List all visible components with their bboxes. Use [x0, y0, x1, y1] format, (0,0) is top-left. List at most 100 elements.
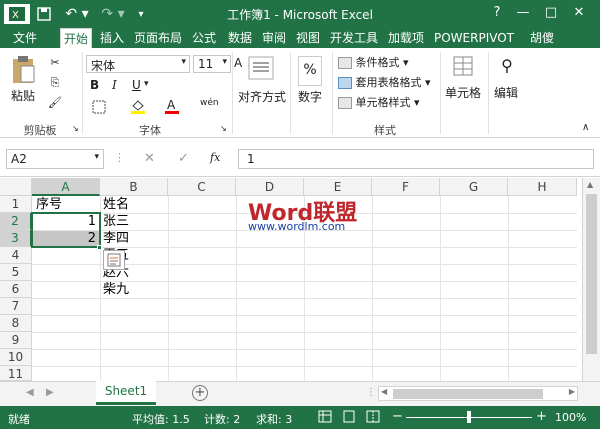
collapse-ribbon-icon[interactable]: ∧ [582, 122, 589, 133]
row-header-5[interactable]: 5 [0, 264, 32, 281]
grow-font-button[interactable]: A [234, 56, 242, 70]
cell-b3[interactable]: 李四 [103, 230, 129, 247]
zoom-out-icon[interactable]: − [392, 409, 403, 424]
tab-split-icon[interactable]: ⋮ [366, 387, 376, 398]
page-layout-view-icon[interactable] [342, 410, 356, 426]
fill-handle[interactable] [97, 245, 102, 250]
row-header-9[interactable]: 9 [0, 332, 32, 349]
cell-b1[interactable]: 姓名 [103, 196, 129, 213]
maximize-button[interactable]: □ [540, 3, 562, 23]
user-name[interactable]: 胡傻 [520, 28, 564, 48]
alignment-button[interactable]: 对齐方式 [236, 88, 288, 105]
worksheet-grid[interactable]: A B C D E F G H 1 2 3 4 5 6 7 8 9 10 11 … [0, 178, 600, 381]
tab-insert[interactable]: 插入 [96, 28, 128, 48]
horizontal-scrollbar[interactable]: ◀ ▶ [378, 386, 578, 401]
column-header-f[interactable]: F [372, 178, 440, 196]
italic-button[interactable]: I [112, 78, 117, 92]
status-sum: 求和: 3 [256, 413, 293, 426]
scroll-right-icon[interactable]: ▶ [569, 387, 575, 396]
tab-page-layout[interactable]: 页面布局 [132, 28, 184, 48]
alignment-icon[interactable] [246, 56, 276, 86]
borders-icon[interactable] [90, 100, 108, 116]
tab-formulas[interactable]: 公式 [188, 28, 220, 48]
name-box[interactable]: A2 ▾ [6, 149, 104, 169]
bold-button[interactable]: B [90, 78, 99, 92]
row-header-11[interactable]: 11 [0, 366, 32, 381]
insert-function-button[interactable]: fx [210, 151, 220, 164]
next-sheet-icon[interactable]: ▶ [46, 387, 54, 398]
tab-view[interactable]: 视图 [292, 28, 324, 48]
cells-icon[interactable] [452, 56, 474, 82]
row-header-1[interactable]: 1 [0, 196, 32, 213]
cell-b6[interactable]: 柴九 [103, 281, 129, 298]
row-header-8[interactable]: 8 [0, 315, 32, 332]
minimize-button[interactable]: — [512, 3, 534, 23]
number-format-icon[interactable]: % [298, 56, 322, 86]
row-header-4[interactable]: 4 [0, 247, 32, 264]
close-button[interactable]: ✕ [568, 3, 590, 23]
cell-a1[interactable]: 序号 [36, 196, 62, 213]
clipboard-launcher-icon[interactable]: ↘ [72, 124, 79, 133]
cell-styles-button[interactable]: 单元格样式 ▾ [338, 94, 438, 110]
scroll-up-icon[interactable]: ▲ [587, 180, 593, 189]
tab-developer[interactable]: 开发工具 [328, 28, 380, 48]
cut-icon[interactable]: ✂ [46, 56, 64, 72]
underline-button[interactable]: U [132, 78, 141, 92]
prev-sheet-icon[interactable]: ◀ [26, 387, 34, 398]
zoom-in-icon[interactable]: + [536, 409, 547, 424]
row-header-6[interactable]: 6 [0, 281, 32, 298]
scroll-left-icon[interactable]: ◀ [381, 387, 387, 396]
row-header-3[interactable]: 3 [0, 230, 32, 247]
binoculars-icon[interactable]: ⚲ [496, 56, 518, 82]
quick-analysis-icon[interactable] [103, 250, 125, 270]
column-header-a[interactable]: A [32, 178, 100, 196]
confirm-entry-icon[interactable]: ✓ [178, 151, 189, 166]
number-button[interactable]: 数字 [292, 88, 328, 105]
font-size-select[interactable]: 11 ▾ [193, 55, 231, 73]
font-color-icon[interactable]: A [162, 98, 182, 116]
row-header-2[interactable]: 2 [0, 213, 32, 230]
conditional-formatting-button[interactable]: 条件格式 ▾ [338, 54, 438, 70]
tab-review[interactable]: 审阅 [258, 28, 290, 48]
column-header-d[interactable]: D [236, 178, 304, 196]
cells-button[interactable]: 单元格 [440, 84, 486, 101]
row-header-10[interactable]: 10 [0, 349, 32, 366]
column-header-h[interactable]: H [508, 178, 577, 196]
zoom-level[interactable]: 100% [555, 411, 586, 424]
page-break-view-icon[interactable] [366, 410, 380, 426]
cell-a3[interactable]: 2 [36, 230, 96, 247]
scroll-thumb[interactable] [586, 194, 597, 354]
cell-b2[interactable]: 张三 [103, 213, 129, 230]
tab-data[interactable]: 数据 [224, 28, 256, 48]
column-header-e[interactable]: E [304, 178, 372, 196]
format-as-table-button[interactable]: 套用表格格式 ▾ [338, 74, 448, 90]
chevron-down-icon[interactable]: ▾ [144, 79, 149, 89]
select-all-corner[interactable] [0, 178, 32, 196]
cell-a2[interactable]: 1 [36, 213, 96, 230]
normal-view-icon[interactable] [318, 410, 332, 426]
vertical-scrollbar[interactable]: ▲ [582, 178, 600, 381]
font-launcher-icon[interactable]: ↘ [220, 124, 227, 133]
scroll-thumb-horizontal[interactable] [393, 389, 543, 399]
fill-color-icon[interactable] [128, 98, 148, 116]
tab-home[interactable]: 开始 [60, 28, 92, 49]
cancel-entry-icon[interactable]: ✕ [144, 151, 155, 166]
font-name-select[interactable]: 宋体 ▾ [86, 55, 190, 73]
column-header-g[interactable]: G [440, 178, 508, 196]
copy-icon[interactable]: ⎘ [46, 76, 64, 92]
column-header-b[interactable]: B [100, 178, 168, 196]
row-header-7[interactable]: 7 [0, 298, 32, 315]
add-sheet-button[interactable]: + [192, 385, 208, 401]
zoom-slider-thumb[interactable] [467, 411, 471, 423]
editing-button[interactable]: 编辑 [490, 84, 522, 101]
sheet-tab-sheet1[interactable]: Sheet1 [96, 381, 156, 405]
column-header-c[interactable]: C [168, 178, 236, 196]
tab-addins[interactable]: 加载项 [384, 28, 428, 48]
format-painter-icon[interactable]: 🖌 [46, 96, 64, 112]
tab-powerpivot[interactable]: POWERPIVOT [432, 28, 516, 48]
formula-input[interactable]: 1 [238, 149, 594, 169]
help-button[interactable]: ? [486, 3, 508, 23]
tab-file[interactable]: 文件 [0, 28, 50, 48]
paste-button[interactable]: 粘贴 [8, 54, 38, 104]
phonetic-button[interactable]: wén [200, 98, 219, 108]
